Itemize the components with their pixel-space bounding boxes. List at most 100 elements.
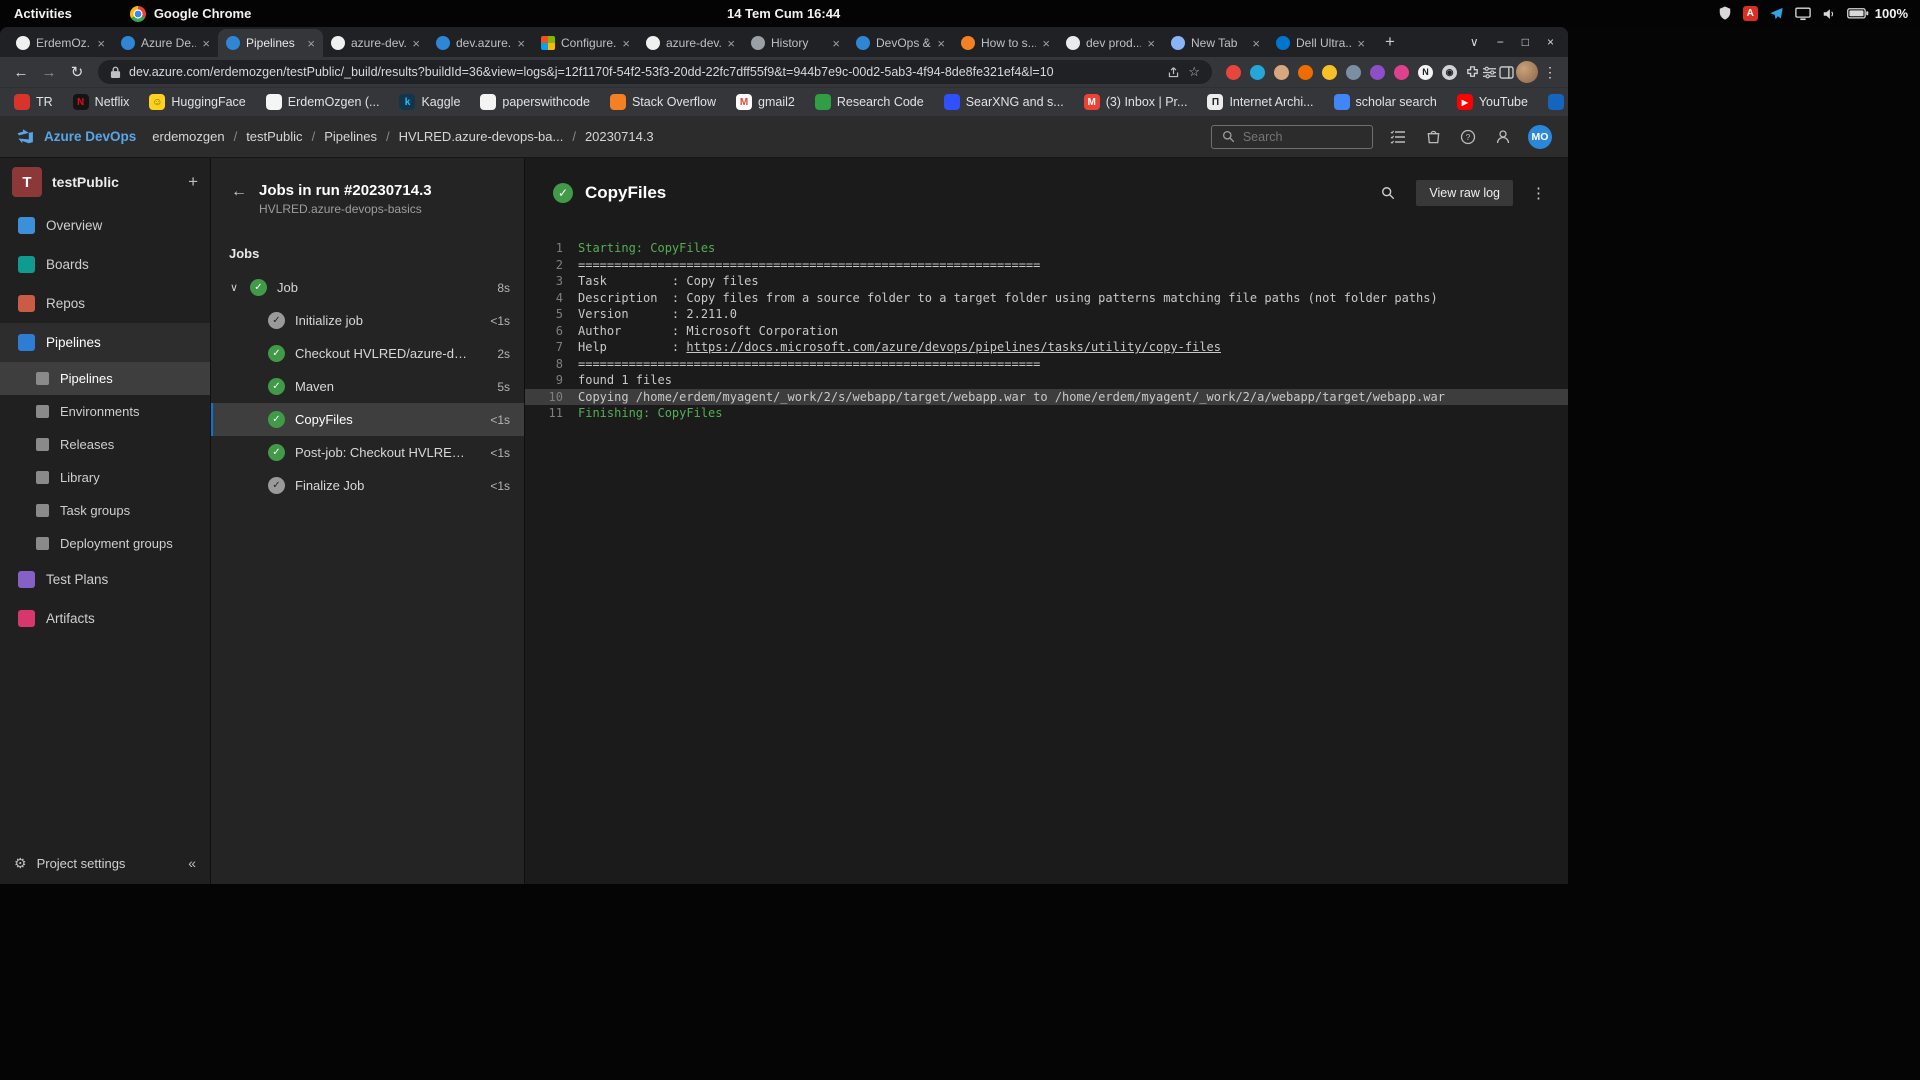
log-line[interactable]: 8 ======================================… [525, 356, 1568, 373]
log-line[interactable]: 9 found 1 files [525, 372, 1568, 389]
bookmark-item[interactable]: scholar search [1334, 94, 1437, 110]
log-line[interactable]: 6 Author : Microsoft Corporation [525, 323, 1568, 340]
sidebar-item[interactable]: Overview [0, 206, 210, 245]
tab-close-icon[interactable] [517, 37, 525, 50]
user-avatar[interactable]: MO [1528, 125, 1552, 149]
tab-close-icon[interactable] [832, 37, 840, 50]
breadcrumb-item[interactable]: testPublic [246, 129, 302, 144]
azure-devops-logo-icon[interactable] [16, 128, 34, 146]
browser-tab[interactable]: azure-dev... [638, 29, 743, 57]
sidebar-item[interactable]: Pipelines [0, 362, 210, 395]
tab-close-icon[interactable] [1357, 37, 1365, 50]
close-button[interactable]: × [1547, 35, 1554, 49]
tab-close-icon[interactable] [1147, 37, 1155, 50]
tab-close-icon[interactable] [1252, 37, 1260, 50]
tab-close-icon[interactable] [412, 37, 420, 50]
collapse-sidebar-icon[interactable]: « [188, 855, 196, 871]
maximize-button[interactable]: □ [1522, 35, 1529, 49]
forward-button[interactable]: → [36, 59, 62, 85]
sidebar-item[interactable]: Test Plans [0, 560, 210, 599]
bookmark-item[interactable]: Stack Overflow [610, 94, 716, 110]
system-tray[interactable]: A 100% [1718, 0, 1908, 27]
sidebar-item[interactable]: Pipelines [0, 323, 210, 362]
tab-close-icon[interactable] [307, 37, 315, 50]
log-link[interactable]: https://docs.microsoft.com/azure/devops/… [686, 340, 1221, 354]
job-step-row[interactable]: CopyFiles <1s [211, 403, 524, 436]
help-icon[interactable]: ? [1458, 127, 1478, 147]
tab-close-icon[interactable] [622, 37, 630, 50]
bookmark-item[interactable]: paperswithcode [480, 94, 590, 110]
browser-tab[interactable]: DevOps &... [848, 29, 953, 57]
job-step-row[interactable]: Maven 5s [211, 370, 524, 403]
address-bar[interactable]: dev.azure.com/erdemozgen/testPublic/_bui… [98, 60, 1212, 84]
breadcrumb-item[interactable]: Pipelines [324, 129, 377, 144]
browser-tab[interactable]: How to s... [953, 29, 1058, 57]
browser-tab[interactable]: History [743, 29, 848, 57]
bookmark-item[interactable]: SearXNG and s... [944, 94, 1064, 110]
browser-tab[interactable]: Configure... [533, 29, 638, 57]
puzzle-icon[interactable] [1465, 65, 1480, 80]
bookmark-item[interactable]: Course Catalo... [1548, 94, 1568, 110]
sidebar-item[interactable]: Environments [0, 395, 210, 428]
share-icon[interactable] [1167, 66, 1180, 79]
activities-button[interactable]: Activities [14, 6, 72, 21]
breadcrumb-item[interactable]: erdemozgen [152, 129, 224, 144]
browser-tab[interactable]: ErdemOz... [8, 29, 113, 57]
log-line[interactable]: 4 Description : Copy files from a source… [525, 290, 1568, 307]
log-line[interactable]: 5 Version : 2.211.0 [525, 306, 1568, 323]
more-actions-icon[interactable]: ⋮ [1531, 184, 1546, 202]
extension-icon[interactable] [1250, 65, 1265, 80]
minimize-button[interactable]: − [1497, 35, 1504, 49]
product-name[interactable]: Azure DevOps [44, 129, 136, 144]
sidebar-item[interactable]: Repos [0, 284, 210, 323]
new-tab-button[interactable]: + [1377, 29, 1403, 55]
sidebar-item[interactable]: Task groups [0, 494, 210, 527]
tab-close-icon[interactable] [937, 37, 945, 50]
job-step-row[interactable]: Finalize Job <1s [211, 469, 524, 502]
back-button[interactable]: ← [8, 59, 34, 85]
profile-avatar[interactable] [1516, 61, 1538, 83]
bookmark-item[interactable]: ☺ HuggingFace [149, 94, 245, 110]
lock-icon[interactable] [110, 66, 121, 79]
search-box[interactable] [1211, 125, 1373, 149]
browser-tab[interactable]: azure-dev... [323, 29, 428, 57]
bookmark-item[interactable]: Π Internet Archi... [1207, 94, 1313, 110]
reload-button[interactable]: ↻ [64, 59, 90, 85]
tab-close-icon[interactable] [727, 37, 735, 50]
job-row-root[interactable]: ∨ Job 8s [211, 271, 524, 304]
work-items-icon[interactable] [1388, 127, 1408, 147]
browser-tab[interactable]: dev.azure... [428, 29, 533, 57]
browser-tab[interactable]: dev prod... [1058, 29, 1163, 57]
project-settings[interactable]: ⚙ Project settings « [0, 842, 210, 884]
breadcrumb-item[interactable]: 20230714.3 [585, 129, 654, 144]
log-line[interactable]: 11 Finishing: CopyFiles [525, 405, 1568, 422]
extension-icon[interactable] [1274, 65, 1289, 80]
job-step-row[interactable]: Post-job: Checkout HVLRED/az... <1s [211, 436, 524, 469]
extension-icon[interactable]: N [1418, 65, 1433, 80]
tab-close-icon[interactable] [97, 37, 105, 50]
bookmark-item[interactable]: M gmail2 [736, 94, 795, 110]
url-text[interactable]: dev.azure.com/erdemozgen/testPublic/_bui… [129, 65, 1159, 79]
extension-icon[interactable] [1370, 65, 1385, 80]
browser-tab[interactable]: Dell Ultra... [1268, 29, 1373, 57]
back-arrow-icon[interactable]: ← [231, 183, 247, 201]
side-panel-icon[interactable] [1499, 66, 1514, 79]
search-log-icon[interactable] [1378, 183, 1398, 203]
extension-icon[interactable] [1322, 65, 1337, 80]
view-raw-log-button[interactable]: View raw log [1416, 180, 1513, 206]
tab-close-icon[interactable] [202, 37, 210, 50]
search-input[interactable] [1243, 130, 1364, 144]
marketplace-bag-icon[interactable] [1423, 127, 1443, 147]
log-line[interactable]: 2 ======================================… [525, 257, 1568, 274]
log-line[interactable]: 10 Copying /home/erdem/myagent/_work/2/s… [525, 389, 1568, 406]
browser-tab[interactable]: New Tab [1163, 29, 1268, 57]
browser-menu-icon[interactable]: ⋮ [1540, 64, 1560, 81]
chevron-down-icon[interactable]: ∨ [228, 281, 240, 294]
extension-icon[interactable] [1394, 65, 1409, 80]
job-step-row[interactable]: Checkout HVLRED/azure-devop... 2s [211, 337, 524, 370]
browser-tab[interactable]: Pipelines [218, 29, 323, 57]
sidebar-item[interactable]: Releases [0, 428, 210, 461]
sidebar-item[interactable]: Artifacts [0, 599, 210, 638]
breadcrumb-item[interactable]: HVLRED.azure-devops-ba... [399, 129, 564, 144]
browser-tab[interactable]: Azure De... [113, 29, 218, 57]
